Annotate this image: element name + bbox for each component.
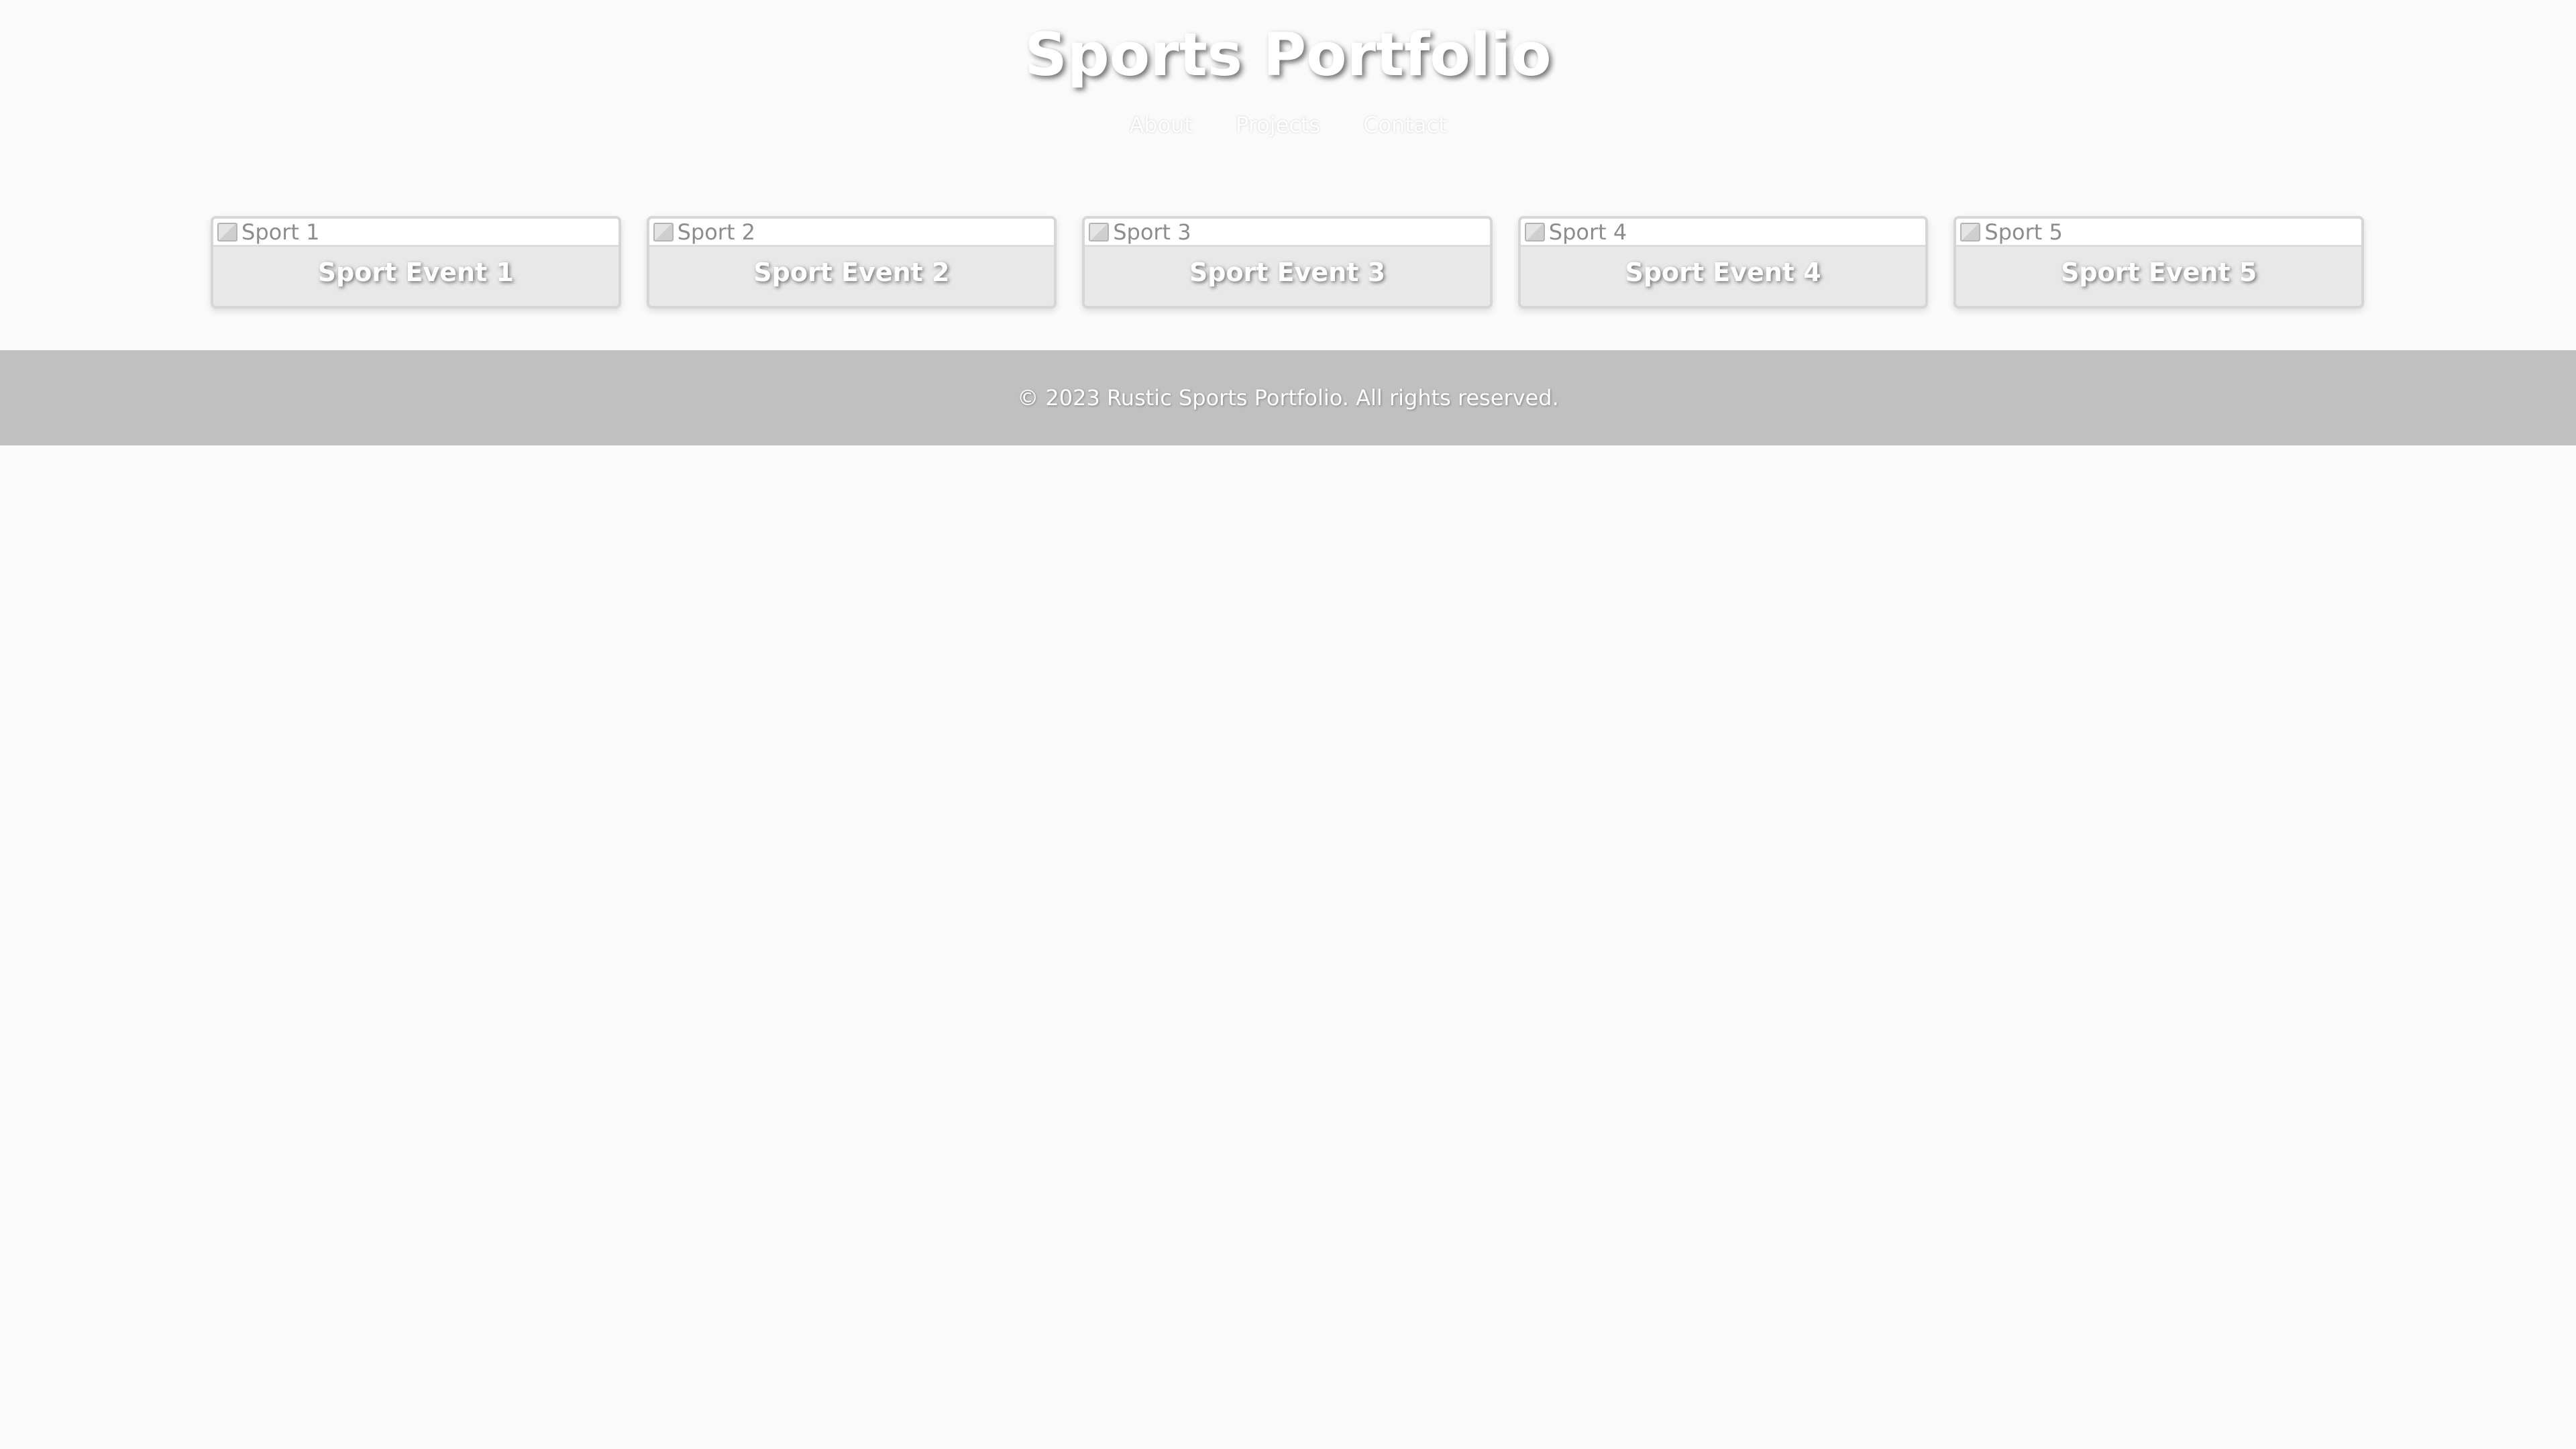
broken-image-icon [1524, 222, 1545, 241]
sport-card-4[interactable]: Sport 4 Sport Event 4 [1517, 216, 1929, 309]
broken-image-icon [653, 222, 674, 241]
nav-link-projects[interactable]: Projects [1236, 112, 1320, 138]
card-title: Sport Event 3 [1189, 258, 1386, 287]
sport-card-3[interactable]: Sport 3 Sport Event 3 [1082, 216, 1493, 309]
page-title: Sports Portfolio [1024, 20, 1552, 89]
sport-card-2[interactable]: Sport 2 Sport Event 2 [646, 216, 1057, 309]
main-nav: About Projects Contact [0, 112, 2576, 138]
broken-image-icon [1089, 222, 1110, 241]
image-alt-text: Sport 3 [1113, 219, 1191, 245]
site-footer: © 2023 Rustic Sports Portfolio. All righ… [0, 350, 2576, 445]
card-title: Sport Event 1 [317, 258, 514, 287]
image-alt-text: Sport 2 [677, 219, 756, 245]
copyright-text: © 2023 Rustic Sports Portfolio. All righ… [1017, 385, 1559, 411]
sport-image: Sport 3 [1085, 219, 1490, 247]
sport-card-5[interactable]: Sport 5 Sport Event 5 [1953, 216, 2364, 309]
image-alt-text: Sport 5 [1984, 219, 2063, 245]
card-title: Sport Event 2 [753, 258, 950, 287]
sport-image: Sport 4 [1520, 219, 1926, 247]
site-header: Sports Portfolio About Projects Contact [0, 0, 2576, 138]
sport-image: Sport 5 [1956, 219, 2361, 247]
nav-link-about[interactable]: About [1129, 112, 1193, 138]
card-title: Sport Event 5 [2061, 258, 2257, 287]
sport-image: Sport 2 [649, 219, 1055, 247]
image-alt-text: Sport 4 [1548, 219, 1627, 245]
broken-image-icon [1960, 222, 1981, 241]
sport-image: Sport 1 [213, 219, 619, 247]
nav-link-contact[interactable]: Contact [1363, 112, 1447, 138]
image-alt-text: Sport 1 [241, 219, 320, 245]
sports-gallery: Sport 1 Sport Event 1 Sport 2 Sport Even… [211, 216, 2364, 309]
sport-card-1[interactable]: Sport 1 Sport Event 1 [211, 216, 621, 309]
card-title: Sport Event 4 [1625, 258, 1821, 287]
broken-image-icon [217, 222, 237, 241]
